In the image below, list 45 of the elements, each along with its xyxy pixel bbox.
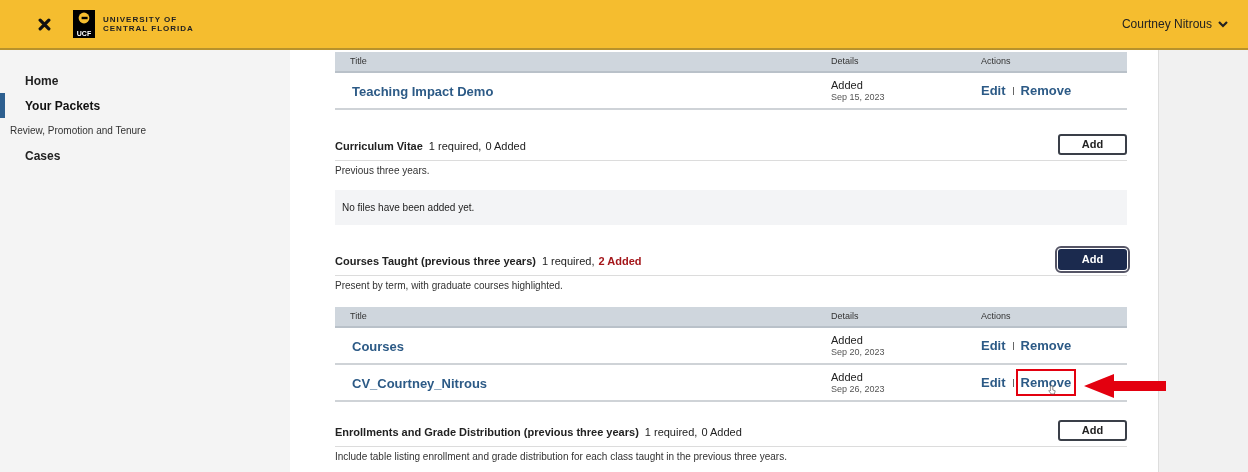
date-text: Sep 20, 2023 [831,345,886,358]
date-text: Sep 26, 2023 [831,382,886,395]
sidebar-item[interactable]: Home [0,68,290,93]
edit-link[interactable]: Edit [981,372,1006,393]
close-icon[interactable] [38,17,51,31]
empty-message: No files have been added yet. [335,190,1127,225]
logo-text: UNIVERSITY OF [103,15,179,24]
sidebar-heading: Review, Promotion and Tenure [9,124,147,138]
added-count: 0 Added [701,424,742,440]
column-header: Actions [980,309,1012,323]
requirement-text: 1 required, [644,424,698,440]
section-title: Curriculum Vitae [335,138,423,154]
user-menu-button[interactable]: Courtney Nitrous [1121,15,1228,33]
column-header: Title [349,309,368,323]
column-header: Actions [980,54,1012,68]
status-text: Added [831,370,864,383]
column-header: Details [830,309,860,323]
added-count: 0 Added [485,138,526,154]
edit-link[interactable]: Edit [981,80,1006,101]
date-text: Sep 15, 2023 [831,90,886,103]
section-description: Include table listing enrollment and grade distribution for each class taught in the previous three years. [335,450,788,464]
column-header: Title [349,54,368,68]
requirement-text: 1 required, [541,253,595,269]
add-button[interactable]: Add [1058,133,1127,155]
section-description: Previous three years. [335,164,431,178]
status-text: Added [831,78,864,91]
add-button[interactable]: Add [1058,419,1127,441]
remove-link[interactable]: Remove [1015,368,1077,397]
add-button[interactable]: Add [1058,248,1127,270]
requirement-text: 1 required, [428,138,482,154]
status-text: Added [831,333,864,346]
section-title: Enrollments and Grade Distribution (previous three years) [335,424,639,440]
file-link[interactable]: Courses [352,338,405,354]
logo-text: CENTRAL FLORIDA [103,24,194,33]
remove-link[interactable]: Remove [1020,80,1072,101]
column-header: Details [830,54,860,68]
added-count: 2 Added [598,253,642,269]
sidebar-item[interactable]: Cases [0,143,290,168]
section-title: Courses Taught (previous three years) [335,253,536,269]
edit-link[interactable]: Edit [981,335,1006,356]
chevron-down-icon [1218,20,1228,28]
section-description: Present by term, with graduate courses highlighted. [335,279,564,293]
remove-link[interactable]: Remove [1020,335,1072,356]
file-link[interactable]: CV_Courtney_Nitrous [352,375,488,391]
file-link[interactable]: Teaching Impact Demo [352,83,494,99]
